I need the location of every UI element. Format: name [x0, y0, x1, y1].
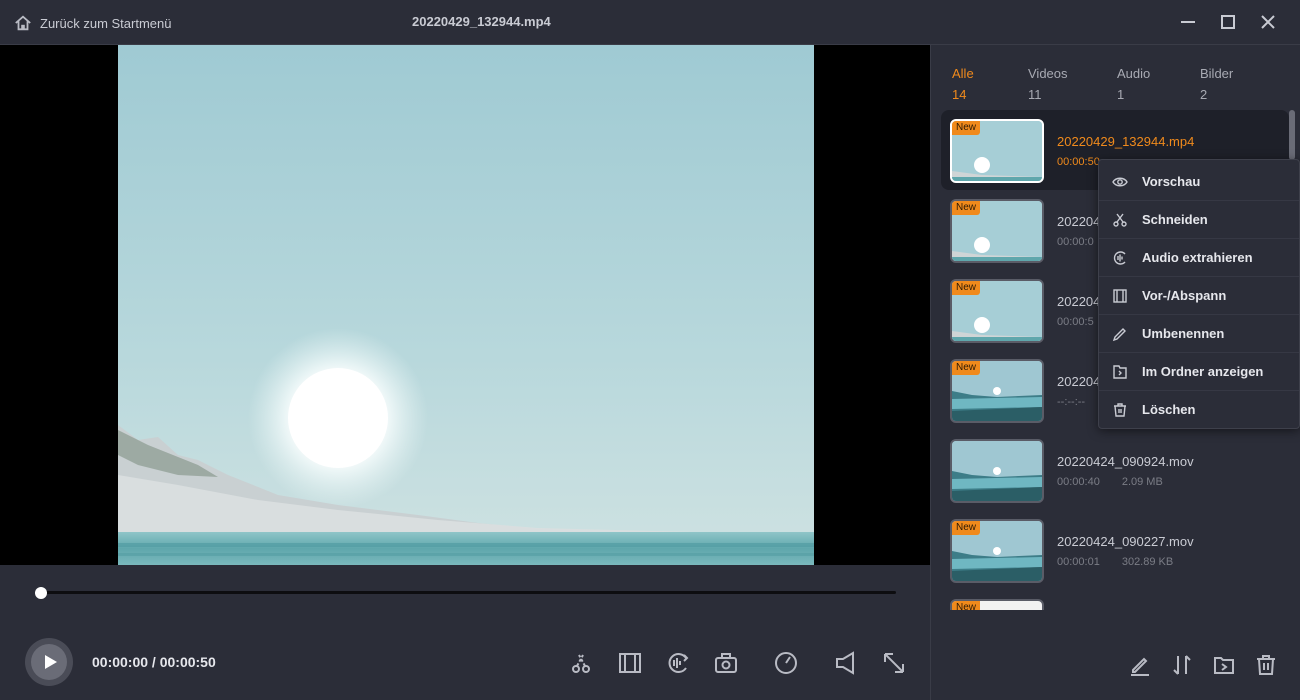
tab-videos[interactable]: Videos 11	[1028, 63, 1068, 105]
back-label: Zurück zum Startmenü	[40, 15, 172, 31]
screenshot-icon	[715, 653, 737, 673]
new-badge: New	[952, 361, 981, 375]
file-meta: 00:00:50	[1057, 156, 1100, 168]
maximize-icon	[1221, 15, 1235, 29]
window-title: 20220429_132944.mp4	[412, 14, 551, 29]
eye-icon	[1112, 177, 1128, 187]
film-icon	[1113, 289, 1127, 303]
file-name: 20220429_132944.mp4	[1057, 134, 1195, 149]
sort-icon	[1173, 655, 1191, 675]
video-thumbnail: New	[950, 119, 1044, 183]
speed-button[interactable]	[773, 650, 799, 676]
video-thumbnail: New	[950, 359, 1044, 423]
title-bar: Zurück zum Startmenü 20220429_132944.mp4	[0, 0, 1300, 45]
tab-audio[interactable]: Audio 1	[1117, 63, 1150, 105]
close-button[interactable]	[1258, 12, 1278, 32]
video-player[interactable]	[0, 45, 930, 565]
video-thumbnail: New	[950, 279, 1044, 343]
close-icon	[1261, 15, 1275, 29]
file-meta: 00:00:40 2.09 MB	[1057, 476, 1163, 488]
edit-icon	[1131, 657, 1149, 676]
audio-extract-icon	[1113, 251, 1126, 265]
cut-button[interactable]	[568, 650, 594, 676]
tab-all[interactable]: Alle 14	[952, 63, 974, 105]
list-scrollbar[interactable]	[1289, 110, 1295, 160]
delete-icon	[1257, 655, 1275, 675]
new-badge: New	[952, 201, 981, 215]
trash-icon	[1114, 403, 1126, 417]
export-button[interactable]	[1212, 653, 1236, 677]
new-badge: New	[952, 521, 981, 535]
intro-outro-button[interactable]	[617, 650, 643, 676]
speed-icon	[775, 652, 797, 674]
menu-item-extract-audio[interactable]: Audio extrahieren	[1099, 239, 1299, 277]
back-to-home-button[interactable]: Zurück zum Startmenü	[14, 12, 172, 34]
list-item[interactable]: New 20220424_090227.mov 00:00:01 302.89 K…	[941, 510, 1289, 590]
menu-item-rename[interactable]: Umbenennen	[1099, 315, 1299, 353]
seek-thumb[interactable]	[35, 587, 47, 599]
menu-item-delete[interactable]: Löschen	[1099, 391, 1299, 429]
home-icon	[15, 15, 31, 31]
expand-button[interactable]	[881, 650, 907, 676]
file-name: 20220424_090924.mov	[1057, 454, 1194, 469]
video-thumbnail	[950, 439, 1044, 503]
play-button[interactable]	[25, 638, 73, 686]
context-menu: Vorschau Schneiden Audio extrahieren Vor…	[1098, 159, 1300, 429]
file-meta: 00:00:5	[1057, 316, 1094, 328]
new-badge: New	[952, 121, 981, 135]
file-meta: 00:00:0	[1057, 236, 1094, 248]
player-controls: 00:00:00 / 00:00:50	[0, 565, 930, 700]
video-thumbnail: New	[950, 519, 1044, 583]
delete-button[interactable]	[1254, 653, 1278, 677]
play-icon	[44, 655, 57, 669]
seek-bar[interactable]	[40, 591, 896, 594]
menu-item-cut[interactable]: Schneiden	[1099, 201, 1299, 239]
intro-outro-icon	[619, 653, 641, 673]
menu-item-preview[interactable]: Vorschau	[1099, 163, 1299, 201]
edit-button[interactable]	[1128, 653, 1152, 677]
sort-button[interactable]	[1170, 653, 1194, 677]
screenshot-button[interactable]	[713, 650, 739, 676]
menu-item-show-in-folder[interactable]: Im Ordner anzeigen	[1099, 353, 1299, 391]
minimize-button[interactable]	[1178, 12, 1198, 32]
extract-audio-button[interactable]	[665, 650, 691, 676]
file-name: 20220424_090227.mov	[1057, 534, 1194, 549]
expand-icon	[884, 653, 904, 673]
maximize-button[interactable]	[1218, 12, 1238, 32]
minimize-icon	[1181, 21, 1195, 23]
file-meta: --:--:--	[1057, 396, 1086, 408]
tab-images[interactable]: Bilder 2	[1200, 63, 1233, 105]
volume-button[interactable]	[833, 650, 859, 676]
export-icon	[1214, 657, 1234, 674]
image-thumbnail: New	[950, 599, 1044, 610]
video-frame	[118, 45, 814, 565]
volume-icon	[836, 651, 854, 675]
scissors-icon	[1113, 213, 1127, 227]
new-badge: New	[952, 281, 981, 295]
list-item[interactable]: 20220424_090924.mov 00:00:40 2.09 MB	[941, 430, 1289, 510]
folder-icon	[1113, 365, 1127, 379]
new-badge: New	[952, 601, 981, 610]
extract-audio-icon	[668, 653, 689, 673]
cut-icon	[572, 654, 590, 673]
list-item[interactable]: New	[941, 590, 1289, 610]
file-meta: 00:00:01 302.89 KB	[1057, 556, 1174, 568]
menu-item-intro-outro[interactable]: Vor-/Abspann	[1099, 277, 1299, 315]
timecode: 00:00:00 / 00:00:50	[92, 654, 216, 670]
pencil-icon	[1112, 328, 1126, 342]
video-thumbnail: New	[950, 199, 1044, 263]
